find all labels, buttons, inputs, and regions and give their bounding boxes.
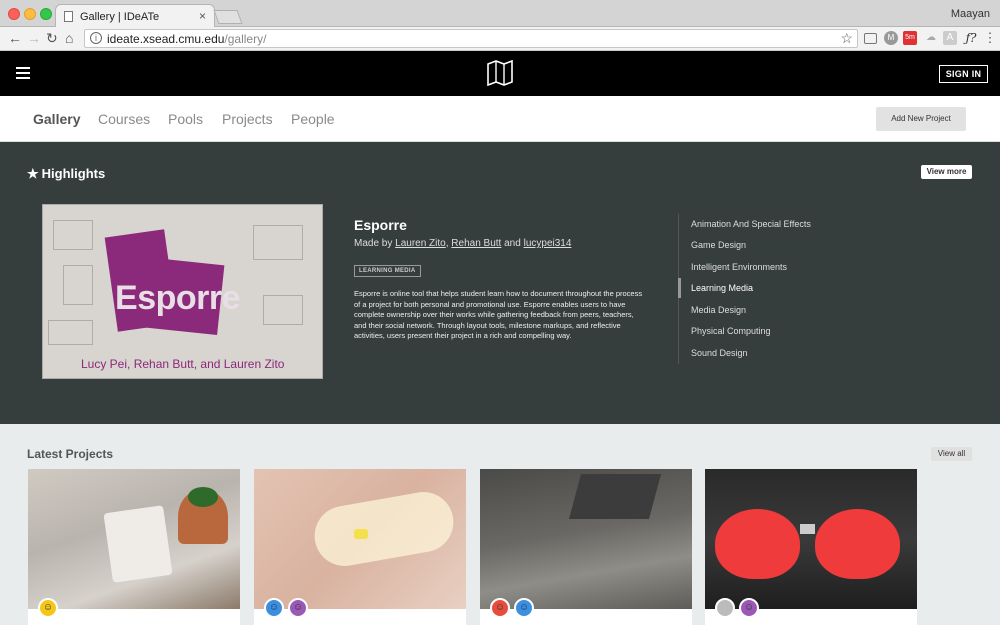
extension-a-icon[interactable]: A [943, 31, 957, 45]
new-tab-button[interactable] [213, 10, 243, 24]
info-icon[interactable]: i [90, 32, 102, 44]
avatar[interactable] [715, 598, 735, 618]
cloud-extension-icon[interactable]: ☁ [924, 31, 938, 45]
page-icon [64, 11, 73, 22]
project-thumbnail[interactable] [480, 469, 692, 609]
reload-icon[interactable]: ↻ [46, 30, 58, 46]
project-card[interactable]: ☺ ☺ [254, 469, 466, 625]
project-thumbnail[interactable] [254, 469, 466, 609]
project-card[interactable]: ☺ [28, 469, 240, 625]
star-icon: ★ [27, 166, 39, 181]
avatar[interactable]: ☺ [38, 598, 58, 618]
avatar[interactable]: ☺ [514, 598, 534, 618]
category-item[interactable]: Sound Design [691, 348, 748, 358]
project-card[interactable]: ☺ ☺ [480, 469, 692, 625]
cast-icon[interactable] [864, 33, 877, 44]
gallery-subnav: Gallery Courses Pools Projects People Ad… [0, 96, 1000, 142]
highlights-section: ★ Highlights View more Esporre Lucy Pei, … [0, 142, 1000, 424]
project-thumbnail[interactable] [705, 469, 917, 609]
latest-projects-title: Latest Projects [27, 447, 114, 461]
profile-name[interactable]: Maayan [951, 8, 990, 20]
browser-tab-bar: Gallery | IDeATe × Maayan [0, 0, 1000, 28]
zoom-window-button[interactable] [40, 8, 52, 20]
timer-extension-icon[interactable]: 5m [903, 31, 917, 45]
view-all-button[interactable]: View all [931, 447, 972, 461]
hero-brand-text: Esporre [115, 279, 241, 317]
subnav-pools[interactable]: Pools [168, 111, 203, 127]
category-item[interactable]: Game Design [691, 240, 746, 250]
highlights-heading: ★ Highlights [27, 166, 105, 182]
project-card[interactable]: ☺ [705, 469, 917, 625]
add-new-project-button[interactable]: Add New Project [876, 107, 966, 131]
category-list: Animation And Special Effects Game Desig… [678, 214, 878, 364]
author-link[interactable]: Lauren Zito [395, 238, 446, 249]
site-header: SIGN IN [0, 51, 1000, 96]
subnav-projects[interactable]: Projects [222, 111, 273, 127]
back-icon[interactable]: ← [8, 30, 22, 46]
tab-title: Gallery | IDeATe [80, 11, 160, 23]
forward-icon[interactable]: → [27, 30, 41, 46]
browser-toolbar: ← → ↻ ⌂ i ideate.xsead.cmu.edu/gallery/ … [0, 27, 1000, 51]
tab-close-icon[interactable]: × [199, 9, 206, 23]
minimize-window-button[interactable] [24, 8, 36, 20]
active-category-indicator [678, 278, 681, 298]
subnav-people[interactable]: People [291, 111, 335, 127]
avatar[interactable]: ☺ [490, 598, 510, 618]
avatar[interactable]: ☺ [288, 598, 308, 618]
bookmark-star-icon[interactable]: ☆ [840, 30, 853, 47]
url-path: /gallery/ [224, 32, 267, 46]
subnav-gallery[interactable]: Gallery [33, 111, 80, 127]
author-link[interactable]: Rehan Butt [451, 238, 501, 249]
project-authors: Made by Lauren Zito, Rehan Butt and lucy… [354, 238, 572, 249]
browser-menu-icon[interactable]: ⋮ [983, 31, 997, 45]
address-bar[interactable]: i ideate.xsead.cmu.edu/gallery/ ☆ [84, 29, 858, 48]
sign-in-button[interactable]: SIGN IN [939, 65, 988, 83]
highlights-title: Highlights [41, 166, 106, 181]
hamburger-menu-icon[interactable] [16, 67, 30, 79]
extension-f-icon[interactable]: ƒ? [962, 31, 980, 45]
project-thumbnail[interactable] [28, 469, 240, 609]
category-item-active[interactable]: Learning Media [691, 283, 753, 293]
avatar[interactable]: ☺ [264, 598, 284, 618]
browser-tab[interactable]: Gallery | IDeATe × [55, 4, 215, 28]
url-text: ideate.xsead.cmu.edu/gallery/ [107, 32, 266, 46]
avatar[interactable]: ☺ [739, 598, 759, 618]
home-icon[interactable]: ⌂ [65, 30, 73, 46]
category-item[interactable]: Media Design [691, 305, 746, 315]
close-window-button[interactable] [8, 8, 20, 20]
category-item[interactable]: Physical Computing [691, 326, 771, 336]
project-tag[interactable]: LEARNING MEDIA [354, 265, 421, 277]
project-title[interactable]: Esporre [354, 217, 407, 233]
author-link[interactable]: lucypei314 [524, 238, 572, 249]
subnav-courses[interactable]: Courses [98, 111, 150, 127]
highlight-hero-image[interactable]: Esporre Lucy Pei, Rehan Butt, and Lauren… [42, 204, 323, 379]
view-more-button[interactable]: View more [921, 165, 972, 179]
hero-caption: Lucy Pei, Rehan Butt, and Lauren Zito [81, 357, 285, 371]
category-item[interactable]: Intelligent Environments [691, 262, 787, 272]
project-description: Esporre is online tool that helps studen… [354, 289, 643, 340]
extension-m-icon[interactable]: M [884, 31, 898, 45]
url-host: ideate.xsead.cmu.edu [107, 32, 225, 46]
category-item[interactable]: Animation And Special Effects [691, 219, 811, 229]
ideate-logo[interactable] [486, 60, 514, 86]
